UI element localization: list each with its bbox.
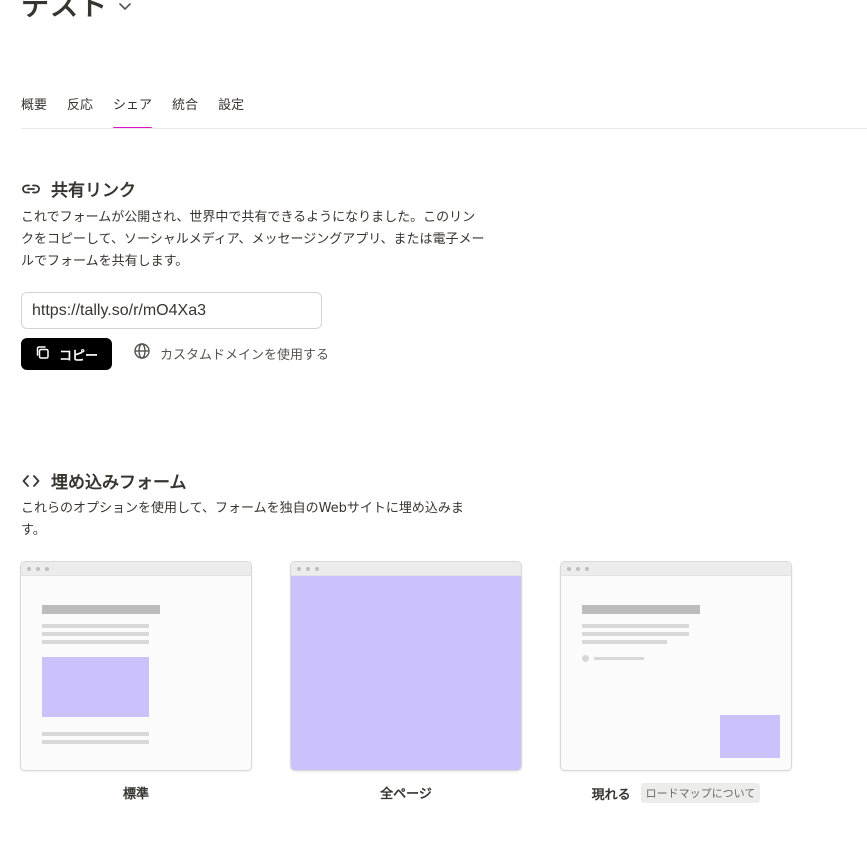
embed-option-popup: 現れる ロードマップについて	[560, 561, 792, 803]
share-link-description: これでフォームが公開され、世界中で共有できるようになりました。このリン クをコピ…	[21, 207, 484, 273]
page-title: テスト	[21, 0, 109, 22]
page-title-row[interactable]: テスト	[21, 0, 134, 26]
browser-bar	[291, 562, 521, 576]
embed-title: 埋め込みフォーム	[51, 473, 187, 493]
description-line: ルでフォームを共有します。	[21, 254, 189, 269]
description-line: す。	[21, 523, 46, 538]
embed-description: これらのオプションを使用して、フォームを独自のWebサイトに埋め込みま す。	[21, 498, 464, 542]
embed-heading: 埋め込みフォーム	[21, 468, 187, 493]
browser-bar	[21, 562, 251, 576]
custom-domain-label: カスタムドメインを使用する	[160, 347, 330, 363]
embed-popup-preview[interactable]	[560, 561, 792, 771]
copy-icon	[35, 345, 50, 364]
copy-button-label: コピー	[58, 348, 98, 364]
preview-heading-line	[42, 605, 160, 614]
preview-text-line	[582, 624, 689, 628]
preview-radio-dot	[582, 655, 589, 662]
custom-domain-link[interactable]: カスタムドメインを使用する	[133, 342, 329, 364]
preview-text-line	[42, 640, 149, 644]
preview-text-line	[42, 740, 149, 744]
preview-form-block	[42, 657, 149, 717]
embed-options: 標準 全ページ 現れる ロードマップについて	[20, 561, 792, 803]
description-line: これでフォームが公開され、世界中で共有できるようになりました。このリン	[21, 210, 476, 225]
preview-text-line	[42, 732, 149, 736]
tabs-divider	[21, 128, 867, 129]
option-label: 全ページ	[380, 787, 432, 802]
preview-text-line	[582, 632, 689, 636]
copy-button[interactable]: コピー	[21, 338, 112, 370]
preview-text-line	[42, 632, 149, 636]
embed-standard-preview[interactable]	[20, 561, 252, 771]
embed-popup-label: 現れる ロードマップについて	[592, 783, 761, 803]
code-icon	[21, 471, 41, 491]
link-icon	[21, 179, 41, 199]
option-label: 標準	[122, 787, 149, 802]
preview-text-line	[594, 657, 644, 660]
share-link-heading: 共有リンク	[21, 176, 136, 201]
tab-settings[interactable]: 設定	[218, 96, 244, 129]
tab-overview[interactable]: 概要	[21, 96, 47, 129]
tab-integrations[interactable]: 統合	[172, 96, 198, 129]
preview-form-block	[291, 576, 521, 770]
option-label: 現れる	[591, 787, 631, 803]
preview-text-line	[582, 640, 667, 644]
chevron-down-icon[interactable]	[116, 0, 134, 19]
embed-option-standard: 標準	[20, 561, 252, 803]
share-url-input[interactable]	[21, 292, 322, 329]
preview-popup-block	[720, 715, 780, 758]
embed-fullpage-preview[interactable]	[290, 561, 522, 771]
embed-option-fullpage: 全ページ	[290, 561, 522, 803]
tab-responses[interactable]: 反応	[67, 96, 93, 129]
browser-bar	[561, 562, 791, 576]
globe-icon	[133, 342, 151, 364]
tab-share[interactable]: シェア	[113, 96, 153, 129]
tab-bar: 概要 反応 シェア 統合 設定	[21, 96, 244, 129]
embed-standard-label: 標準	[123, 783, 149, 802]
description-line: これらのオプションを使用して、フォームを独自のWebサイトに埋め込みま	[21, 501, 464, 516]
roadmap-badge[interactable]: ロードマップについて	[640, 783, 761, 803]
share-link-title: 共有リンク	[51, 181, 136, 201]
embed-fullpage-label: 全ページ	[380, 783, 432, 802]
preview-heading-line	[582, 605, 700, 614]
description-line: クをコピーして、ソーシャルメディア、メッセージングアプリ、または電子メー	[21, 232, 485, 247]
preview-text-line	[42, 624, 149, 628]
